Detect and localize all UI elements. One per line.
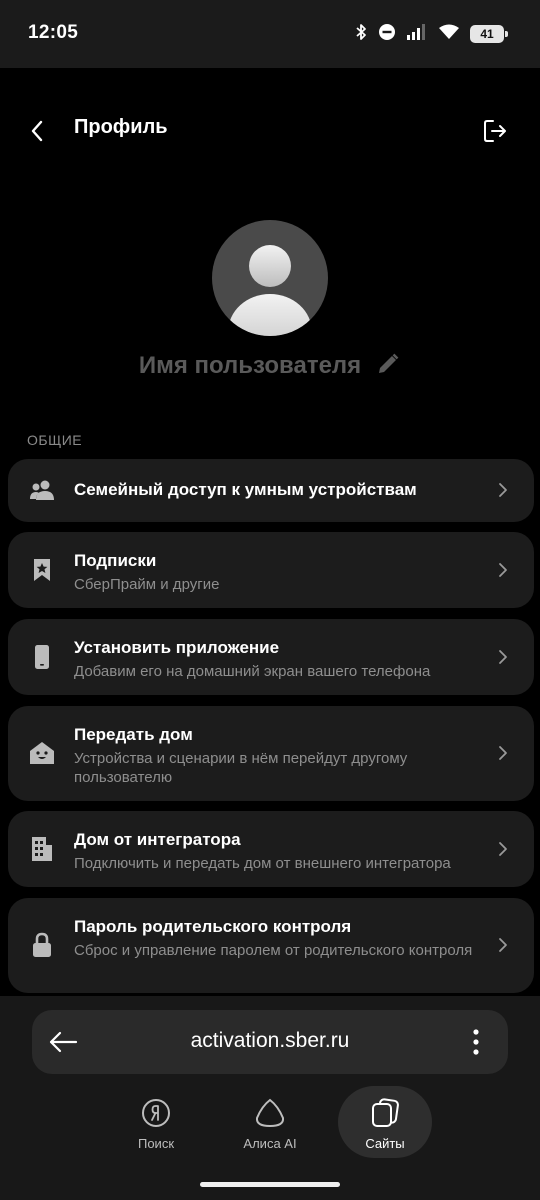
alice-icon	[253, 1096, 287, 1130]
list-item-integrator-home[interactable]: Дом от интегратора Подключить и передать…	[8, 811, 534, 887]
bluetooth-icon	[354, 23, 368, 46]
home-icon	[28, 739, 56, 767]
tab-label: Поиск	[137, 1136, 175, 1151]
chevron-right-icon	[496, 559, 510, 581]
section-label: ОБЩИЕ	[27, 432, 83, 448]
family-icon	[28, 476, 56, 504]
dnd-icon	[378, 23, 396, 46]
item-title: Семейный доступ к умным устройствам	[74, 480, 417, 499]
tab-alice[interactable]: Алиса AI	[222, 1086, 318, 1158]
chevron-right-icon	[496, 646, 510, 668]
chevron-right-icon	[496, 838, 510, 860]
list-item-subscriptions[interactable]: Подписки СберПрайм и другие	[8, 532, 534, 608]
tab-label: Сайты	[365, 1136, 405, 1151]
chevron-left-icon	[31, 120, 43, 142]
list-item-transfer-home[interactable]: Передать дом Устройства и сценарии в нём…	[8, 706, 534, 801]
status-bar: 12:05 41	[0, 0, 540, 68]
logout-icon	[484, 120, 506, 142]
back-button[interactable]	[20, 114, 54, 148]
list-item-parental-password[interactable]: Пароль родительского контроля Сброс и уп…	[8, 898, 534, 993]
item-title: Установить приложение	[74, 638, 280, 657]
phone-icon	[28, 643, 56, 671]
chevron-right-icon	[496, 479, 510, 501]
page-title: Профиль	[74, 116, 168, 138]
item-subtitle: Подключить и передать дом от внешнего ин…	[74, 855, 451, 872]
item-title: Пароль родительского контроля	[74, 917, 352, 936]
item-subtitle: Добавим его на домашний экран вашего тел…	[74, 663, 431, 680]
browser-bottom-bar: activation.sber.ru Поиск Алиса AI Сайты	[0, 996, 540, 1200]
url-text[interactable]: activation.sber.ru	[32, 1029, 508, 1053]
item-title: Передать дом	[74, 725, 193, 744]
item-subtitle: СберПрайм и другие	[74, 576, 220, 593]
status-icons: 41	[354, 22, 508, 46]
list-item-install-app[interactable]: Установить приложение Добавим его на дом…	[8, 619, 534, 695]
username: Имя пользователя	[138, 352, 362, 379]
battery-indicator: 41	[470, 25, 508, 43]
item-title: Подписки	[74, 551, 157, 570]
item-title: Дом от интегратора	[74, 830, 241, 849]
lock-icon	[28, 931, 56, 959]
kebab-menu-icon	[473, 1029, 479, 1055]
bookmark-star-icon	[28, 556, 56, 584]
avatar[interactable]	[212, 220, 328, 336]
user-silhouette-icon	[228, 245, 312, 336]
home-indicator[interactable]	[200, 1182, 340, 1187]
item-subtitle: Устройства и сценарии в нём перейдут дру…	[74, 750, 408, 786]
address-bar[interactable]: activation.sber.ru	[32, 1010, 508, 1074]
item-subtitle: Сброс и управление паролем от родительск…	[74, 942, 473, 959]
yandex-icon	[139, 1096, 173, 1130]
tab-search[interactable]: Поиск	[108, 1086, 204, 1158]
signal-icon	[406, 23, 428, 46]
tab-label: Алиса AI	[243, 1136, 297, 1151]
status-time: 12:05	[28, 22, 79, 43]
top-bar: Профиль	[0, 100, 540, 160]
wifi-icon	[438, 23, 460, 46]
more-menu-button[interactable]	[464, 1026, 488, 1058]
browser-tabs: Поиск Алиса AI Сайты	[0, 1086, 540, 1162]
chevron-right-icon	[496, 934, 510, 956]
list-item-family-access[interactable]: Семейный доступ к умным устройствам	[8, 459, 534, 522]
chevron-right-icon	[496, 742, 510, 764]
logout-button[interactable]	[478, 114, 512, 148]
sites-icon	[368, 1096, 402, 1130]
edit-pencil-icon[interactable]	[375, 351, 401, 382]
building-icon	[28, 835, 56, 863]
tab-sites[interactable]: Сайты	[338, 1086, 432, 1158]
username-row[interactable]: Имя пользователя	[0, 346, 540, 386]
